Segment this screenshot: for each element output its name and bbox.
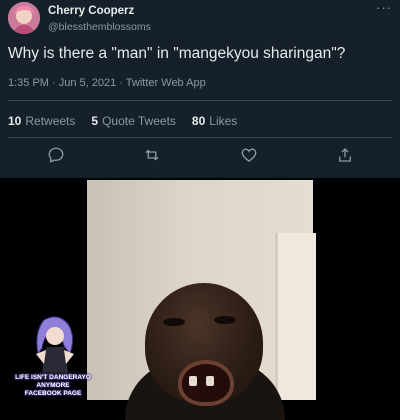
tweet-timestamp[interactable]: 1:35 PM · Jun 5, 2021 · Twitter Web App — [8, 77, 206, 89]
tweet-text: Why is there a "man" in "mangekyou shari… — [8, 45, 346, 62]
divider — [8, 137, 392, 138]
divider — [8, 100, 392, 101]
person-eye — [163, 318, 185, 326]
reply-icon[interactable] — [47, 146, 65, 164]
tweet-card: Cherry Cooperz @blessthemblossoms ··· Wh… — [0, 0, 400, 178]
share-icon[interactable] — [336, 146, 354, 164]
retweet-icon[interactable] — [143, 146, 161, 164]
engagement-stats: 10 Retweets 5 Quote Tweets 80 Likes — [8, 114, 237, 128]
photo-door — [275, 233, 316, 400]
display-name[interactable]: Cherry Cooperz — [48, 5, 134, 17]
person-eye — [214, 316, 236, 324]
avatar[interactable] — [8, 2, 40, 34]
person-tooth — [189, 376, 197, 386]
sticker-caption: LIFE ISN'T DANGERAYO ANYMORE FACEBOOK PA… — [15, 374, 91, 397]
person-tooth — [206, 376, 214, 386]
likes-stat[interactable]: 80 Likes — [192, 114, 237, 128]
like-icon[interactable] — [240, 146, 258, 164]
more-options-icon[interactable]: ··· — [376, 0, 392, 15]
quote-tweets-stat[interactable]: 5 Quote Tweets — [91, 114, 176, 128]
retweets-stat[interactable]: 10 Retweets — [8, 114, 75, 128]
user-handle[interactable]: @blessthemblossoms — [48, 21, 151, 33]
